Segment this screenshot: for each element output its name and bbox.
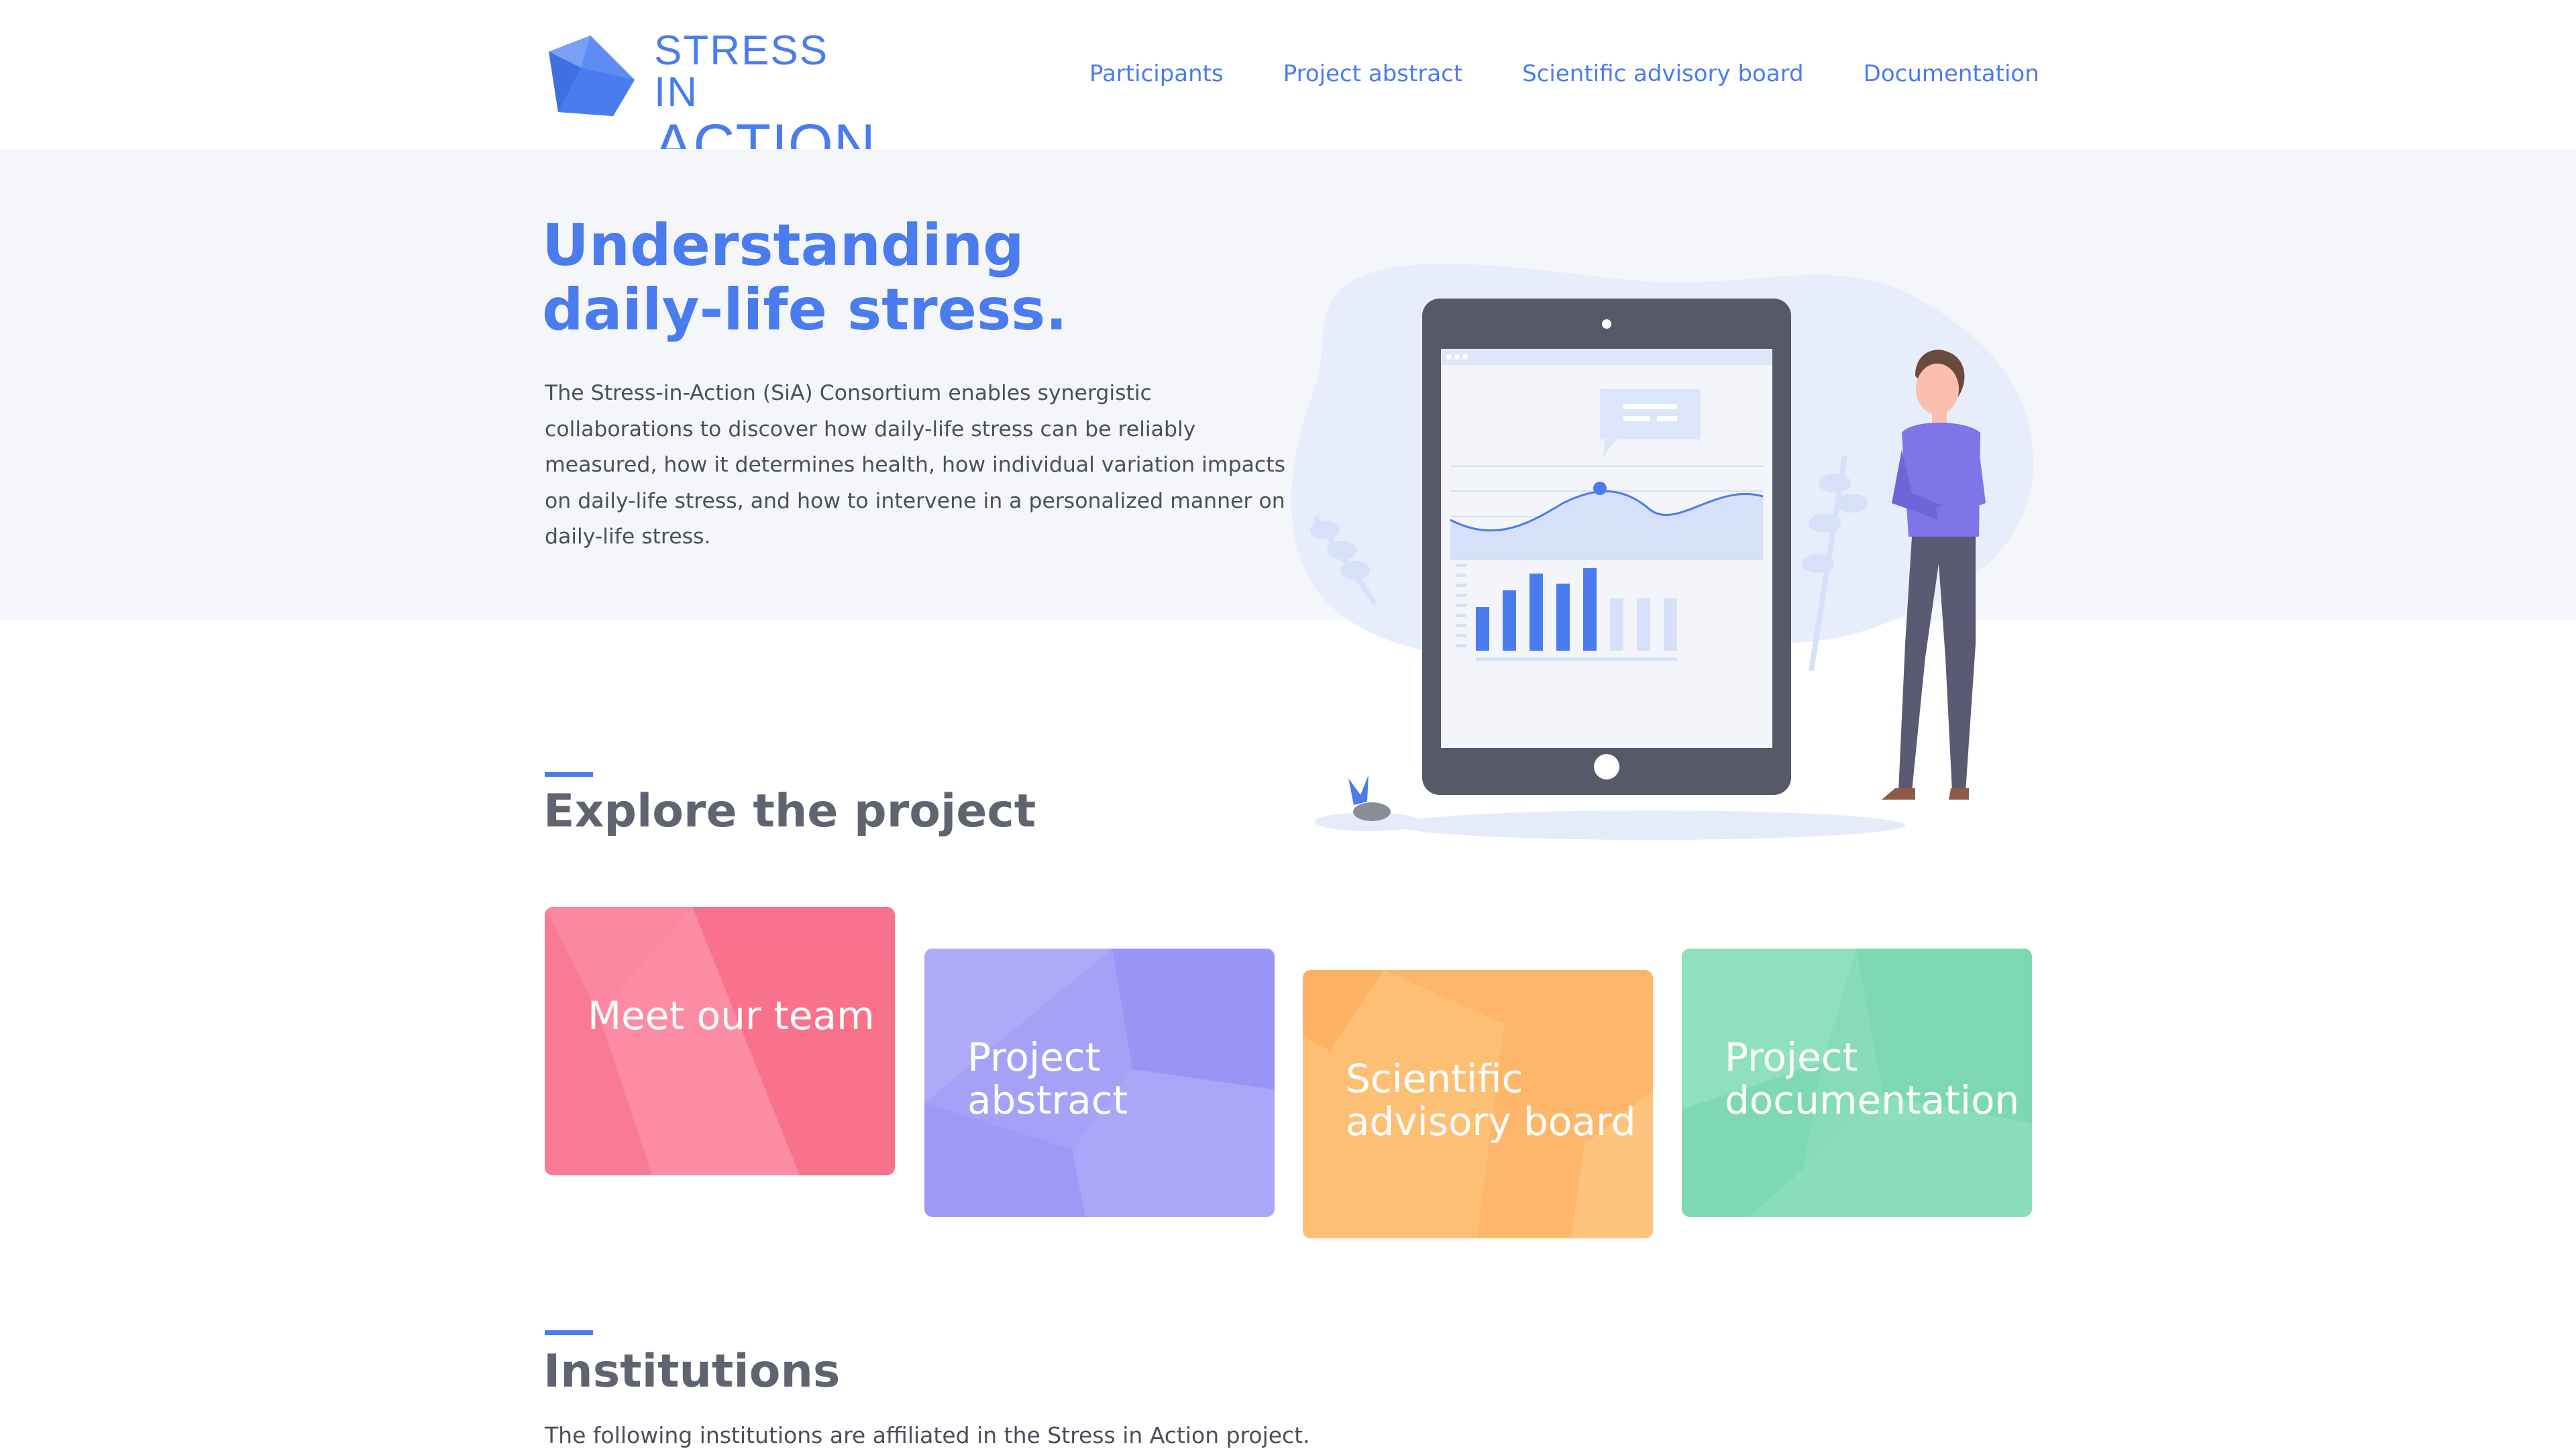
card-label: Meet our team bbox=[588, 993, 875, 1038]
site-header: STRESS IN ACTION Participants Project ab… bbox=[0, 0, 2576, 174]
card-project-abstract[interactable]: Project abstract bbox=[924, 949, 1275, 1217]
nav-link-documentation[interactable]: Documentation bbox=[1864, 60, 2039, 90]
nav-link-project-abstract[interactable]: Project abstract bbox=[1283, 60, 1462, 90]
institutions-intro-text: The following institutions are affiliate… bbox=[545, 1422, 1310, 1448]
main-nav: Participants Project abstract Scientific… bbox=[1089, 60, 2039, 90]
hero-illustration bbox=[1291, 264, 2033, 840]
card-facets-pattern bbox=[545, 907, 895, 1175]
brand-logo-link[interactable]: STRESS IN ACTION bbox=[543, 28, 879, 174]
nav-link-scientific-advisory-board[interactable]: Scientific advisory board bbox=[1522, 60, 1803, 90]
brand-line-1: STRESS IN bbox=[654, 28, 829, 115]
institutions-section-title: Institutions bbox=[543, 1345, 841, 1398]
tablet-device bbox=[1422, 299, 1791, 795]
card-label: Scientific advisory board bbox=[1346, 1056, 1636, 1144]
floor-shadow bbox=[1395, 810, 1905, 840]
explore-section-title: Explore the project bbox=[543, 785, 1036, 838]
hero-title-line-2: daily-life stress. bbox=[542, 276, 1068, 343]
nav-link-participants[interactable]: Participants bbox=[1089, 60, 1224, 90]
card-project-documentation[interactable]: Project documentation bbox=[1682, 949, 2032, 1217]
explore-section-accent-bar bbox=[545, 772, 593, 777]
hero-title: Understanding daily-life stress. bbox=[542, 213, 1280, 342]
polyhedron-logo-icon bbox=[549, 36, 635, 116]
card-label: Project documentation bbox=[1725, 1034, 2020, 1123]
card-scientific-advisory-board[interactable]: Scientific advisory board bbox=[1303, 970, 1653, 1238]
hero-title-line-1: Understanding bbox=[542, 212, 1024, 279]
card-meet-our-team[interactable]: Meet our team bbox=[545, 907, 895, 1175]
institutions-section-accent-bar bbox=[545, 1330, 593, 1335]
hero-description: The Stress-in-Action (SiA) Consortium en… bbox=[545, 381, 1285, 549]
card-label: Project abstract bbox=[967, 1034, 1128, 1123]
small-plant-rock-icon bbox=[1348, 775, 1391, 821]
